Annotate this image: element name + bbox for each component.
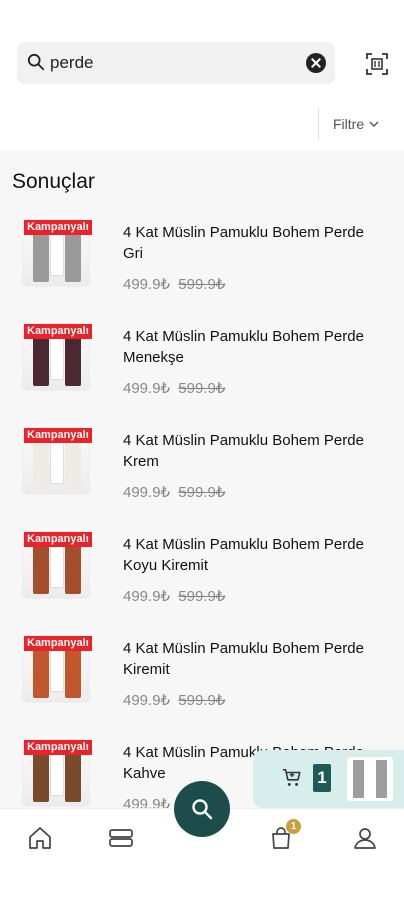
old-price: 599.9₺ xyxy=(178,276,226,293)
old-price: 599.9₺ xyxy=(178,692,226,709)
floating-cart[interactable]: 1 xyxy=(253,750,404,808)
search-icon xyxy=(192,799,213,820)
current-price: 499.9₺ xyxy=(123,276,171,293)
nav-categories[interactable] xyxy=(108,825,138,855)
list-item[interactable]: Kampanyalı 4 Kat Müslin Pamuklu Bohem Pe… xyxy=(0,428,404,528)
home-icon xyxy=(29,827,51,849)
product-title: 4 Kat Müslin Pamuklu Bohem Perde Menekşe xyxy=(123,328,364,366)
campaign-badge: Kampanyalı xyxy=(24,428,92,443)
campaign-badge: Kampanyalı xyxy=(24,324,92,339)
search-row xyxy=(17,42,388,84)
cart-icon xyxy=(282,768,301,786)
product-title: 4 Kat Müslin Pamuklu Bohem Perde Kiremit xyxy=(123,640,364,678)
cart-product-thumbnail xyxy=(347,757,393,801)
filter-button[interactable]: Filtre xyxy=(333,116,380,132)
old-price: 599.9₺ xyxy=(178,588,226,605)
product-title: 4 Kat Müslin Pamuklu Bohem Perde Koyu Ki… xyxy=(123,536,364,574)
categories-icon xyxy=(109,829,133,847)
current-price: 499.9₺ xyxy=(123,484,171,501)
old-price: 599.9₺ xyxy=(178,484,226,501)
chevron-down-icon xyxy=(369,121,379,127)
search-fab-button[interactable] xyxy=(174,781,230,837)
filter-row: Filtre xyxy=(0,108,404,140)
campaign-badge: Kampanyalı xyxy=(24,220,92,235)
divider xyxy=(318,108,319,140)
product-title: 4 Kat Müslin Pamuklu Bohem Perde Gri xyxy=(123,224,364,262)
campaign-badge: Kampanyalı xyxy=(24,636,92,651)
cart-badge: 1 xyxy=(286,819,301,834)
search-box[interactable] xyxy=(17,42,335,84)
nav-home[interactable] xyxy=(27,825,57,855)
results-heading: Sonuçlar xyxy=(12,170,95,193)
campaign-badge: Kampanyalı xyxy=(24,532,92,547)
user-icon xyxy=(354,828,376,849)
clear-search-icon[interactable] xyxy=(306,53,326,73)
current-price: 499.9₺ xyxy=(123,588,171,605)
cart-count: 1 xyxy=(313,764,331,792)
list-item[interactable]: Kampanyalı 4 Kat Müslin Pamuklu Bohem Pe… xyxy=(0,220,404,320)
current-price: 499.9₺ xyxy=(123,380,171,397)
list-item[interactable]: Kampanyalı 4 Kat Müslin Pamuklu Bohem Pe… xyxy=(0,324,404,424)
filter-label: Filtre xyxy=(333,116,365,132)
product-price: 499.9₺ 599.9₺ xyxy=(123,691,225,709)
campaign-badge: Kampanyalı xyxy=(24,740,92,755)
old-price: 599.9₺ xyxy=(178,380,226,397)
list-item[interactable]: Kampanyalı 4 Kat Müslin Pamuklu Bohem Pe… xyxy=(0,532,404,632)
current-price: 499.9₺ xyxy=(123,796,171,808)
nav-profile[interactable] xyxy=(352,825,382,855)
product-price: 499.9₺ 599.9₺ xyxy=(123,587,225,605)
search-input[interactable] xyxy=(50,50,300,76)
search-icon xyxy=(27,53,45,71)
product-title: 4 Kat Müslin Pamuklu Bohem Perde Krem xyxy=(123,432,364,470)
product-price: 499.9₺ 599.9₺ xyxy=(123,275,225,293)
results-panel: Sonuçlar Kampanyalı 4 Kat Müslin Pamuklu… xyxy=(0,150,404,808)
product-price: 499.9₺ 599.9₺ xyxy=(123,379,225,397)
list-item[interactable]: Kampanyalı 4 Kat Müslin Pamuklu Bohem Pe… xyxy=(0,636,404,736)
barcode-scan-icon[interactable] xyxy=(365,52,389,76)
nav-cart[interactable]: 1 xyxy=(268,819,301,855)
product-price: 499.9₺ 599.9₺ xyxy=(123,483,225,501)
current-price: 499.9₺ xyxy=(123,692,171,709)
